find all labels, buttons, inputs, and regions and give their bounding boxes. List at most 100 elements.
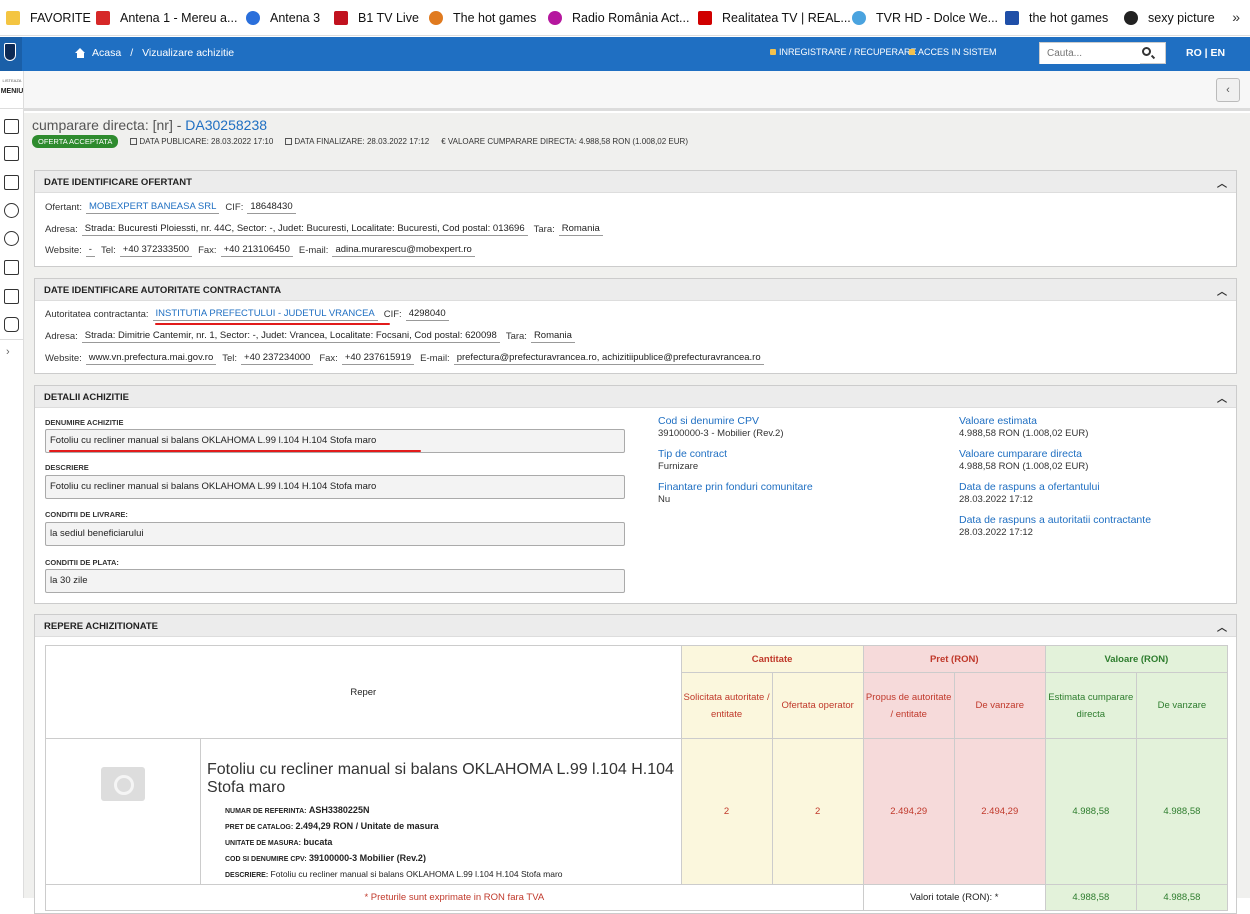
authority-website[interactable]: www.vn.prefectura.mai.gov.ro xyxy=(85,352,217,365)
document-icon[interactable] xyxy=(4,119,19,134)
qty-offered: 2 xyxy=(771,738,864,885)
product-image-cell xyxy=(46,739,201,884)
bidder-response-date: 28.03.2022 17:12 xyxy=(959,494,1033,505)
red-underline-annotation xyxy=(155,323,390,325)
ofertant-website: - xyxy=(85,244,95,257)
radio-romania-icon xyxy=(548,11,562,25)
page-toolbar: ‹ xyxy=(24,71,1250,111)
col-de-vanzare: De vanzare xyxy=(953,672,1046,739)
camera-icon xyxy=(100,767,145,801)
bookmark-antena1[interactable]: Antena 1 - Mereu a... xyxy=(96,0,237,36)
lock-icon xyxy=(909,49,915,55)
breadcrumb-current: Vizualizare achizitie xyxy=(142,47,235,59)
sidebar-divider xyxy=(0,339,24,340)
field-label: CONDITII DE LIVRARE: xyxy=(45,510,128,519)
breadcrumb-separator: / xyxy=(130,47,134,59)
cpv-title: Cod si denumire CPV xyxy=(658,415,759,427)
eu-funds-value: Nu xyxy=(658,494,671,505)
home-icon xyxy=(75,48,86,58)
ofertant-email: adina.murarescu@mobexpert.ro xyxy=(332,244,475,257)
bookmark-antena3[interactable]: Antena 3 xyxy=(246,0,320,36)
shield-icon xyxy=(4,43,16,61)
panel-header[interactable]: DETALII ACHIZITIE ︿ xyxy=(35,386,1236,408)
bookmarks-bar: FAVORITE Antena 1 - Mereu a... Antena 3 … xyxy=(0,0,1250,36)
ofertant-country: Romania xyxy=(558,223,603,236)
tools-icon[interactable] xyxy=(4,231,19,246)
chevron-up-icon[interactable]: ︿ xyxy=(1217,283,1227,298)
chevron-left-icon: ‹ xyxy=(1226,84,1230,96)
cpv-value: 39100000-3 - Mobilier (Rev.2) xyxy=(658,428,784,439)
authority-phone: +40 237234000 xyxy=(241,352,314,365)
bookmark-radio-romania[interactable]: Radio România Act... xyxy=(548,0,689,36)
field-label: CONDITII DE PLATA: xyxy=(45,558,119,567)
register-link[interactable]: INREGISTRARE / RECUPERARE xyxy=(770,47,917,57)
panel-header[interactable]: DATE IDENTIFICARE AUTORITATE CONTRACTANT… xyxy=(35,279,1236,301)
price-sale: 2.494,29 xyxy=(953,738,1046,885)
bookmark-b1tv[interactable]: B1 TV Live xyxy=(334,0,419,36)
chevron-right-icon[interactable]: › xyxy=(6,346,10,358)
list-edit-icon[interactable] xyxy=(4,146,19,161)
search-box xyxy=(1039,42,1166,64)
col-ofertata: Ofertata operator xyxy=(771,672,864,739)
bookmark-favorite[interactable]: FAVORITE xyxy=(6,0,91,36)
language-switch[interactable]: RO | EN xyxy=(1186,47,1225,59)
bookmark-sexy-picture[interactable]: sexy picture xyxy=(1124,0,1215,36)
panel-autoritate: DATE IDENTIFICARE AUTORITATE CONTRACTANT… xyxy=(34,278,1237,374)
antena1-icon xyxy=(96,11,110,25)
col-valoare: Valoare (RON) xyxy=(1044,645,1229,673)
tvr-icon xyxy=(852,11,866,25)
eu-funds-title: Finantare prin fonduri comunitare xyxy=(658,481,813,493)
bidder-response-title: Data de raspuns a ofertantului xyxy=(959,481,1100,493)
panel-ofertant: DATE IDENTIFICARE OFERTANT ︿ Ofertant: MOB… xyxy=(34,170,1237,267)
calendar-icon xyxy=(285,138,293,145)
procurement-id-link[interactable]: DA30258238 xyxy=(185,117,267,133)
estimated-value-title: Valoare estimata xyxy=(959,415,1038,427)
search-icon[interactable] xyxy=(1142,47,1151,56)
authority-fax: +40 237615919 xyxy=(341,352,415,365)
bookmark-tvr[interactable]: TVR HD - Dolce We... xyxy=(852,0,998,36)
plata-field: la 30 zile xyxy=(45,569,625,593)
more-bookmarks-icon[interactable]: » xyxy=(1232,9,1240,25)
id-card-icon[interactable] xyxy=(4,260,19,275)
ofertant-name[interactable]: MOBEXPERT BANEASA SRL xyxy=(85,201,220,214)
breadcrumb-home[interactable]: Acasa xyxy=(92,47,121,59)
chat-icon[interactable] xyxy=(4,317,19,332)
direct-value-title: Valoare cumparare directa xyxy=(959,448,1082,460)
chevron-up-icon[interactable]: ︿ xyxy=(1217,390,1227,405)
panel-header[interactable]: REPERE ACHIZITIONATE ︿ xyxy=(35,615,1236,637)
authority-country: Romania xyxy=(530,330,575,343)
menu-toggle[interactable]: LISTEAZA MENIU xyxy=(0,71,24,109)
ofertant-fax: +40 213106450 xyxy=(220,244,293,257)
antena3-icon xyxy=(246,11,260,25)
product-specs: NUMAR DE REFERINTA: ASH3380225N PRET DE … xyxy=(224,805,563,879)
main-content: cumparare directa: [nr] - DA30258238 OFE… xyxy=(24,113,1250,914)
authority-name[interactable]: INSTITUTIA PREFECTULUI - JUDETUL VRANCEA xyxy=(152,308,378,321)
catalog-icon[interactable] xyxy=(4,175,19,190)
bookmark-realitatea[interactable]: Realitatea TV | REAL... xyxy=(698,0,851,36)
register-icon[interactable] xyxy=(4,289,19,304)
ofertant-contact-row: Website: - Tel: +40 372333500 Fax: +40 2131… xyxy=(45,244,481,257)
direct-value: 4.988,58 RON (1.008,02 EUR) xyxy=(959,461,1089,472)
finish-date: DATA FINALIZARE: 28.03.2022 17:12 xyxy=(285,137,429,146)
procurement-meta: OFERTA ACCEPTATA DATA PUBLICARE: 28.03.2… xyxy=(32,135,688,148)
site-logo[interactable] xyxy=(0,37,22,71)
chevron-up-icon[interactable]: ︿ xyxy=(1217,175,1227,190)
chevron-up-icon[interactable]: ︿ xyxy=(1217,619,1227,634)
red-underline-annotation xyxy=(49,450,421,452)
authority-response-title: Data de raspuns a autoritatii contractan… xyxy=(959,514,1152,526)
product-name: Fotoliu cu recliner manual si balans OKL… xyxy=(206,761,674,796)
autoritate-address-row: Adresa: Strada: Dimitrie Cantemir, nr. 1,… xyxy=(45,330,581,343)
bookmark-hot-games[interactable]: The hot games xyxy=(429,0,536,36)
table-row: Fotoliu cu recliner manual si balans OKL… xyxy=(45,738,1229,885)
login-link[interactable]: ACCES IN SISTEM xyxy=(909,47,997,57)
ofertant-row: Ofertant: MOBEXPERT BANEASA SRL CIF: 18648… xyxy=(45,201,302,214)
panel-header[interactable]: DATE IDENTIFICARE OFERTANT ︿ xyxy=(35,171,1236,193)
ofertant-address: Strada: Bucuresti Ploiessti, nr. 44C, Se… xyxy=(81,223,528,236)
estimated-value: 4.988,58 RON (1.008,02 EUR) xyxy=(959,428,1089,439)
value-sale: 4.988,58 xyxy=(1135,738,1229,885)
col-pret: Pret (RON) xyxy=(862,645,1046,673)
back-button[interactable]: ‹ xyxy=(1216,78,1240,102)
bookmark-hot-games-2[interactable]: the hot games xyxy=(1005,0,1108,36)
search-input[interactable] xyxy=(1040,43,1140,64)
help-icon[interactable] xyxy=(4,203,19,218)
